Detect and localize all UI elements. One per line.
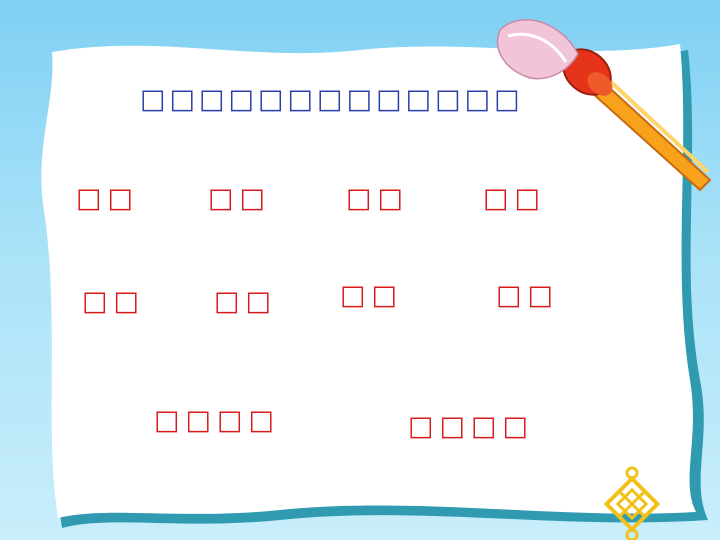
prompt-title: □□□□□□□□□□□□□ bbox=[140, 84, 524, 115]
paper-scroll bbox=[41, 19, 712, 540]
word-6: □□ bbox=[214, 286, 278, 317]
word-8: □□ bbox=[496, 280, 560, 311]
word-5: □□ bbox=[82, 286, 146, 317]
word-4: □□ bbox=[483, 183, 547, 214]
phrase-2: □□□□ bbox=[408, 411, 535, 442]
word-3: □□ bbox=[346, 183, 410, 214]
word-7: □□ bbox=[340, 280, 404, 311]
phrase-1: □□□□ bbox=[154, 405, 281, 436]
word-2: □□ bbox=[208, 183, 272, 214]
word-1: □□ bbox=[76, 183, 140, 214]
